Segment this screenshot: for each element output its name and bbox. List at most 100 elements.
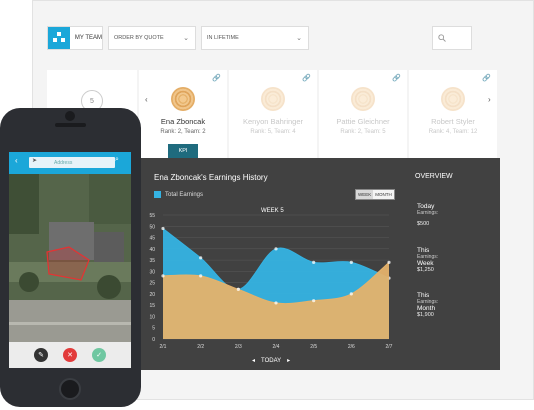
fingerprint-avatar	[171, 87, 195, 111]
map-search-bar: ‹ Address ➤ ⌕	[9, 152, 131, 174]
x-tick-label: 2/6	[348, 344, 355, 350]
camera-icon	[65, 111, 75, 121]
x-tick-label: 2/3	[235, 344, 242, 350]
confirm-button[interactable]: ✓	[92, 348, 106, 362]
phone-screen: ‹ Address ➤ ⌕ ✎ ✕ ✓	[9, 152, 131, 368]
week-label: WEEK 5	[261, 208, 284, 214]
y-tick-label: 55	[149, 213, 155, 219]
overview-today-value: $500	[417, 221, 430, 227]
period-toggle: WEEK MONTH	[355, 189, 395, 200]
y-tick-label: 40	[149, 247, 155, 253]
data-point	[199, 274, 203, 278]
member-card[interactable]: 🔗 Kenyon Bahringer Rank: 5, Team: 4	[229, 70, 317, 158]
member-rank: Rank: 4, Team: 12	[428, 129, 478, 135]
y-tick-label: 20	[149, 292, 155, 298]
search-button[interactable]	[432, 26, 472, 50]
member-card[interactable]: 🔗 Robert Styler Rank: 4, Team: 12	[409, 70, 497, 158]
data-point	[312, 299, 316, 303]
period-select[interactable]: IN LIFETIME ⌄	[201, 26, 309, 50]
y-tick-label: 5	[152, 326, 155, 332]
my-team-button[interactable]: MY TEAM	[47, 26, 103, 50]
member-name: Pattie Gleichner	[336, 117, 390, 126]
cancel-button[interactable]: ✕	[63, 348, 77, 362]
order-select[interactable]: ORDER BY QUOTE ⌄	[108, 26, 196, 50]
speaker-grille	[55, 123, 86, 127]
chevron-down-icon: ⌄	[183, 35, 189, 42]
chevron-down-icon: ⌄	[296, 35, 302, 42]
fingerprint-avatar	[351, 87, 375, 111]
y-tick-label: 15	[149, 303, 155, 309]
home-button[interactable]	[59, 378, 81, 400]
earnings-chart: 0 5 10 15 20 25 30 35 40 45 50 55 2/1 2/2 2/3 2/4 2/5 2/6…	[149, 213, 393, 350]
satellite-map	[9, 174, 131, 342]
x-tick-label: 2/4	[273, 344, 280, 350]
overview-week-value: $1,250	[417, 267, 434, 273]
x-tick-label: 2/2	[197, 344, 204, 350]
member-rank: Rank: 2, Team: 5	[340, 129, 386, 135]
chart-legend: Total Earnings	[154, 191, 203, 198]
member-rank: Rank: 2, Team: 2	[160, 129, 206, 135]
member-card[interactable]: 🔗 Pattie Gleichner Rank: 2, Team: 5	[319, 70, 407, 158]
x-tick-label: 2/7	[386, 344, 393, 350]
y-tick-label: 45	[149, 236, 155, 242]
overview-month-title: This	[417, 292, 430, 299]
edit-button[interactable]: ✎	[34, 348, 48, 362]
overview-week: This Earnings: Week $1,250	[417, 247, 438, 273]
member-card[interactable]: 🔗 Ena Zboncak Rank: 2, Team: 2 KPI	[139, 70, 227, 158]
pencil-icon: ✎	[38, 352, 44, 359]
prev-week-icon[interactable]: ◂	[252, 357, 255, 364]
order-select-value: ORDER BY QUOTE	[114, 35, 164, 41]
today-nav: ◂ TODAY ▸	[252, 357, 290, 365]
today-label[interactable]: TODAY	[261, 358, 281, 364]
y-tick-label: 25	[149, 281, 155, 287]
overview-today-caption: Earnings:	[417, 210, 439, 216]
fingerprint-avatar	[261, 87, 285, 111]
next-arrow-icon[interactable]: ›	[488, 95, 491, 104]
link-icon[interactable]: 🔗	[482, 74, 491, 82]
legend-swatch	[154, 191, 161, 198]
back-icon[interactable]: ‹	[15, 156, 18, 165]
y-tick-label: 50	[149, 224, 155, 230]
week-toggle[interactable]: WEEK	[356, 190, 374, 199]
search-icon	[438, 34, 446, 42]
period-select-value: IN LIFETIME	[207, 35, 239, 41]
link-icon[interactable]: 🔗	[302, 74, 311, 82]
y-tick-label: 35	[149, 258, 155, 264]
legend-label: Total Earnings	[165, 191, 204, 198]
data-point	[274, 301, 278, 305]
close-icon: ✕	[67, 352, 73, 359]
chart-title: Ena Zboncak's Earnings History	[154, 173, 268, 182]
kpi-button[interactable]: KPI	[168, 144, 198, 158]
member-name: Kenyon Bahringer	[242, 117, 304, 126]
data-point	[274, 247, 278, 251]
data-point	[349, 292, 353, 296]
search-icon[interactable]: ⌕	[115, 156, 119, 164]
y-tick-label: 0	[152, 337, 155, 343]
next-week-icon[interactable]: ▸	[287, 357, 290, 364]
data-point	[387, 260, 391, 264]
overview-week-period: Week	[417, 260, 434, 267]
x-tick-label: 2/1	[160, 344, 167, 350]
prev-arrow-icon[interactable]: ‹	[145, 95, 148, 104]
overview-week-title: This	[417, 247, 430, 254]
earnings-panel: 0 5 10 15 20 25 30 35 40 45 50 55 2/1 2/2 2/3 2/4 2/5 2/6…	[140, 158, 500, 370]
data-point	[199, 256, 203, 260]
y-tick-label: 30	[149, 269, 155, 275]
data-point	[236, 287, 240, 291]
location-arrow-icon[interactable]: ➤	[32, 157, 37, 164]
data-point	[161, 226, 165, 231]
month-toggle[interactable]: MONTH	[373, 190, 394, 199]
y-tick-label: 10	[149, 314, 155, 320]
overview-month-period: Month	[417, 305, 436, 312]
team-grid-icon	[48, 27, 70, 49]
data-point	[161, 274, 165, 278]
overview-today: Today Earnings: $500	[417, 203, 438, 227]
map-action-bar: ✎ ✕ ✓	[9, 342, 131, 368]
overview-today-title: Today	[417, 203, 435, 210]
link-icon[interactable]: 🔗	[212, 74, 221, 82]
overview-month: This Earnings: Month $1,900	[417, 292, 438, 318]
link-icon[interactable]: 🔗	[392, 74, 401, 82]
address-input[interactable]: Address	[29, 157, 115, 168]
my-team-label: MY TEAM	[74, 35, 102, 41]
x-tick-label: 2/5	[310, 344, 317, 350]
